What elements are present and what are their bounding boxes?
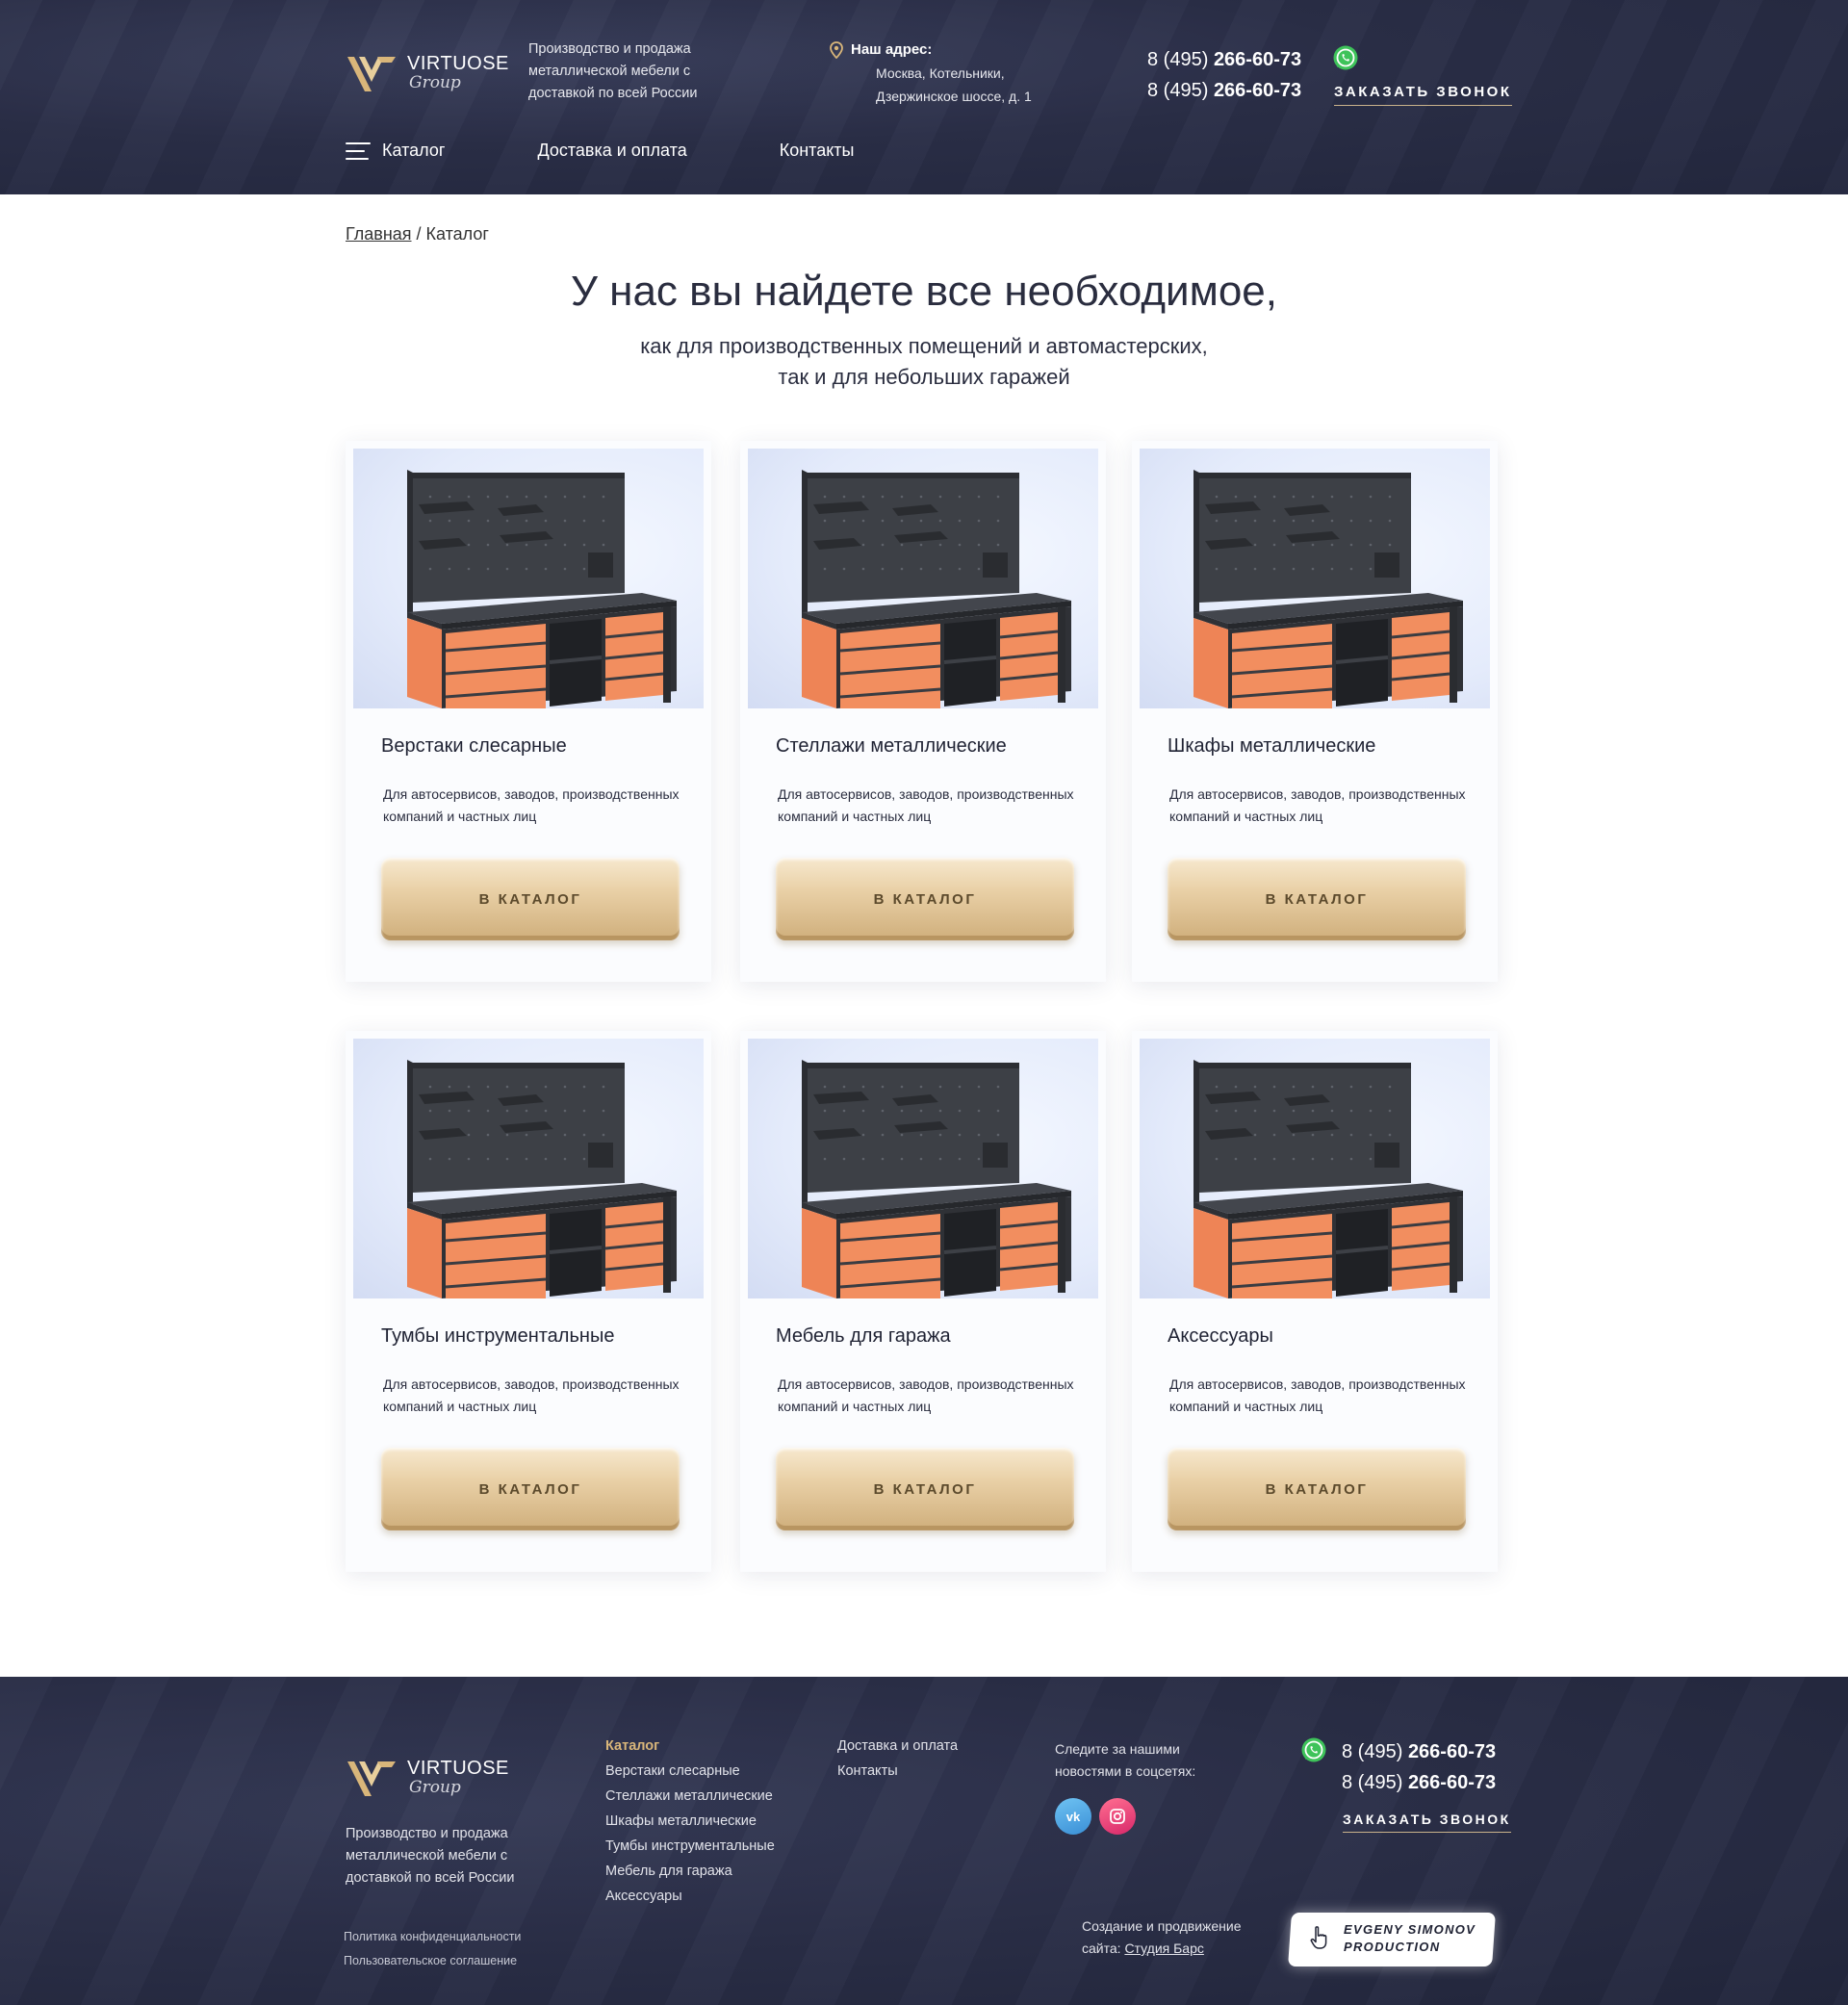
nav-contacts[interactable]: Контакты	[780, 141, 855, 161]
footer-logo[interactable]: VIRTUOSE Group	[346, 1758, 509, 1798]
card-title[interactable]: Стеллажи металлические	[776, 735, 1007, 758]
catalog-card[interactable]: Шкафы металлические Для автосервисов, за…	[1132, 441, 1498, 982]
logo-v-icon	[346, 53, 398, 93]
to-catalog-button[interactable]: В КАТАЛОГ	[381, 1448, 680, 1530]
product-image[interactable]	[748, 1039, 1098, 1298]
product-image[interactable]	[748, 449, 1098, 708]
footer-info-menu: Доставка и оплата Контакты	[837, 1738, 958, 1779]
address-line-2: Дзержинское шоссе, д. 1	[876, 89, 1032, 104]
card-title[interactable]: Верстаки слесарные	[381, 735, 567, 758]
address-line-1: Москва, Котельники,	[876, 65, 1005, 81]
footer-link-contacts[interactable]: Контакты	[837, 1763, 958, 1779]
header-logo[interactable]: VIRTUOSE Group	[346, 53, 509, 93]
card-description: Для автосервисов, заводов, производствен…	[1169, 786, 1466, 824]
to-catalog-button[interactable]: В КАТАЛОГ	[381, 858, 680, 940]
catalog-card[interactable]: Верстаки слесарные Для автосервисов, зав…	[346, 441, 711, 982]
card-description: Для автосервисов, заводов, производствен…	[778, 1376, 1074, 1414]
footer-phones: 8 (495) 266-60-73 8 (495) 266-60-73	[1342, 1736, 1496, 1798]
footer-catalog-menu: Каталог Верстаки слесарные Стеллажи мета…	[605, 1738, 775, 1904]
footer-link-catalog[interactable]: Каталог	[605, 1738, 775, 1754]
whatsapp-icon[interactable]	[1332, 44, 1359, 71]
header-tagline: Производство и продажа металлической меб…	[528, 41, 698, 101]
instagram-icon[interactable]	[1099, 1798, 1136, 1835]
breadcrumb: Главная / Каталог	[346, 224, 489, 244]
catalog-card[interactable]: Стеллажи металлические Для автосервисов,…	[740, 441, 1106, 982]
logo-sub: Group	[409, 73, 461, 92]
catalog-card[interactable]: Тумбы инструментальные Для автосервисов,…	[346, 1031, 711, 1572]
footer-callback-link[interactable]: ЗАКАЗАТЬ ЗВОНОК	[1343, 1812, 1511, 1833]
footer-link-workbenches[interactable]: Верстаки слесарные	[605, 1763, 775, 1779]
to-catalog-button[interactable]: В КАТАЛОГ	[1168, 1448, 1466, 1530]
location-pin-icon	[830, 41, 843, 60]
footer-link-cabinets[interactable]: Шкафы металлические	[605, 1813, 775, 1829]
footer-phone-2[interactable]: 8 (495) 266-60-73	[1342, 1767, 1496, 1798]
footer-link-tool-cabinets[interactable]: Тумбы инструментальные	[605, 1838, 775, 1854]
logo-v-icon	[346, 1758, 398, 1798]
footer-link-delivery[interactable]: Доставка и оплата	[837, 1738, 958, 1754]
card-description: Для автосервисов, заводов, производствен…	[778, 786, 1074, 824]
main-nav: Каталог Доставка и оплата Контакты	[346, 141, 854, 161]
footer-link-garage-furniture[interactable]: Мебель для гаража	[605, 1864, 775, 1879]
header-callback-link[interactable]: ЗАКАЗАТЬ ЗВОНОК	[1334, 84, 1512, 106]
vk-icon[interactable]: vk	[1055, 1798, 1091, 1835]
logo-name: VIRTUOSE	[407, 1758, 509, 1779]
to-catalog-button[interactable]: В КАТАЛОГ	[776, 858, 1074, 940]
user-agreement-link[interactable]: Пользовательское соглашение	[344, 1949, 517, 1973]
card-description: Для автосервисов, заводов, производствен…	[383, 786, 680, 824]
product-image[interactable]	[353, 1039, 704, 1298]
site-footer	[0, 1677, 1848, 2005]
credit-link[interactable]: Студия Барс	[1124, 1941, 1203, 1956]
header-phones: 8 (495) 266-60-73 8 (495) 266-60-73	[1147, 44, 1301, 106]
catalog-card[interactable]: Аксессуары Для автосервисов, заводов, пр…	[1132, 1031, 1498, 1572]
card-description: Для автосервисов, заводов, производствен…	[383, 1376, 680, 1414]
page-subtitle: как для производственных помещений и авт…	[640, 334, 1208, 389]
logo-name: VIRTUOSE	[407, 53, 509, 74]
site-header: VIRTUOSE Group Производство и продажа ме…	[0, 0, 1848, 194]
social-caption: Следите за нашими новостями в соцсетях:	[1055, 1741, 1196, 1779]
header-phone-2[interactable]: 8 (495) 266-60-73	[1147, 75, 1301, 106]
card-title[interactable]: Тумбы инструментальные	[381, 1325, 614, 1348]
footer-link-racks[interactable]: Стеллажи металлические	[605, 1788, 775, 1804]
credit-caption: Создание и продвижение сайта: Студия Бар…	[1082, 1918, 1242, 1956]
nav-catalog[interactable]: Каталог	[346, 141, 445, 161]
card-title[interactable]: Мебель для гаража	[776, 1325, 951, 1348]
product-image[interactable]	[1140, 1039, 1490, 1298]
to-catalog-button[interactable]: В КАТАЛОГ	[776, 1448, 1074, 1530]
hand-pointer-icon	[1309, 1925, 1330, 1955]
breadcrumb-current: Каталог	[425, 224, 489, 244]
product-image[interactable]	[1140, 449, 1490, 708]
credit-badge-text: EVGENY SIMONOV PRODUCTION	[1344, 1922, 1476, 1954]
logo-sub: Group	[409, 1778, 461, 1797]
footer-whatsapp-icon[interactable]	[1300, 1736, 1327, 1763]
burger-menu-icon	[346, 141, 371, 160]
footer-phone-1[interactable]: 8 (495) 266-60-73	[1342, 1736, 1496, 1767]
footer-tagline: Производство и продажа металлической меб…	[346, 1826, 515, 1886]
breadcrumb-home-link[interactable]: Главная	[346, 224, 412, 244]
card-title[interactable]: Аксессуары	[1168, 1325, 1273, 1348]
address-title: Наш адрес:	[830, 39, 1032, 62]
page-title: У нас вы найдете все необходимое,	[570, 268, 1277, 315]
card-title[interactable]: Шкафы металлические	[1168, 735, 1375, 758]
footer-link-accessories[interactable]: Аксессуары	[605, 1889, 775, 1904]
card-description: Для автосервисов, заводов, производствен…	[1169, 1376, 1466, 1414]
to-catalog-button[interactable]: В КАТАЛОГ	[1168, 858, 1466, 940]
header-address: Наш адрес: Москва, Котельники, Дзержинск…	[830, 39, 1032, 108]
header-phone-1[interactable]: 8 (495) 266-60-73	[1147, 44, 1301, 75]
product-image[interactable]	[353, 449, 704, 708]
privacy-policy-link[interactable]: Политика конфиденциальности	[344, 1925, 521, 1949]
nav-delivery[interactable]: Доставка и оплата	[537, 141, 686, 161]
catalog-card[interactable]: Мебель для гаража Для автосервисов, заво…	[740, 1031, 1106, 1572]
